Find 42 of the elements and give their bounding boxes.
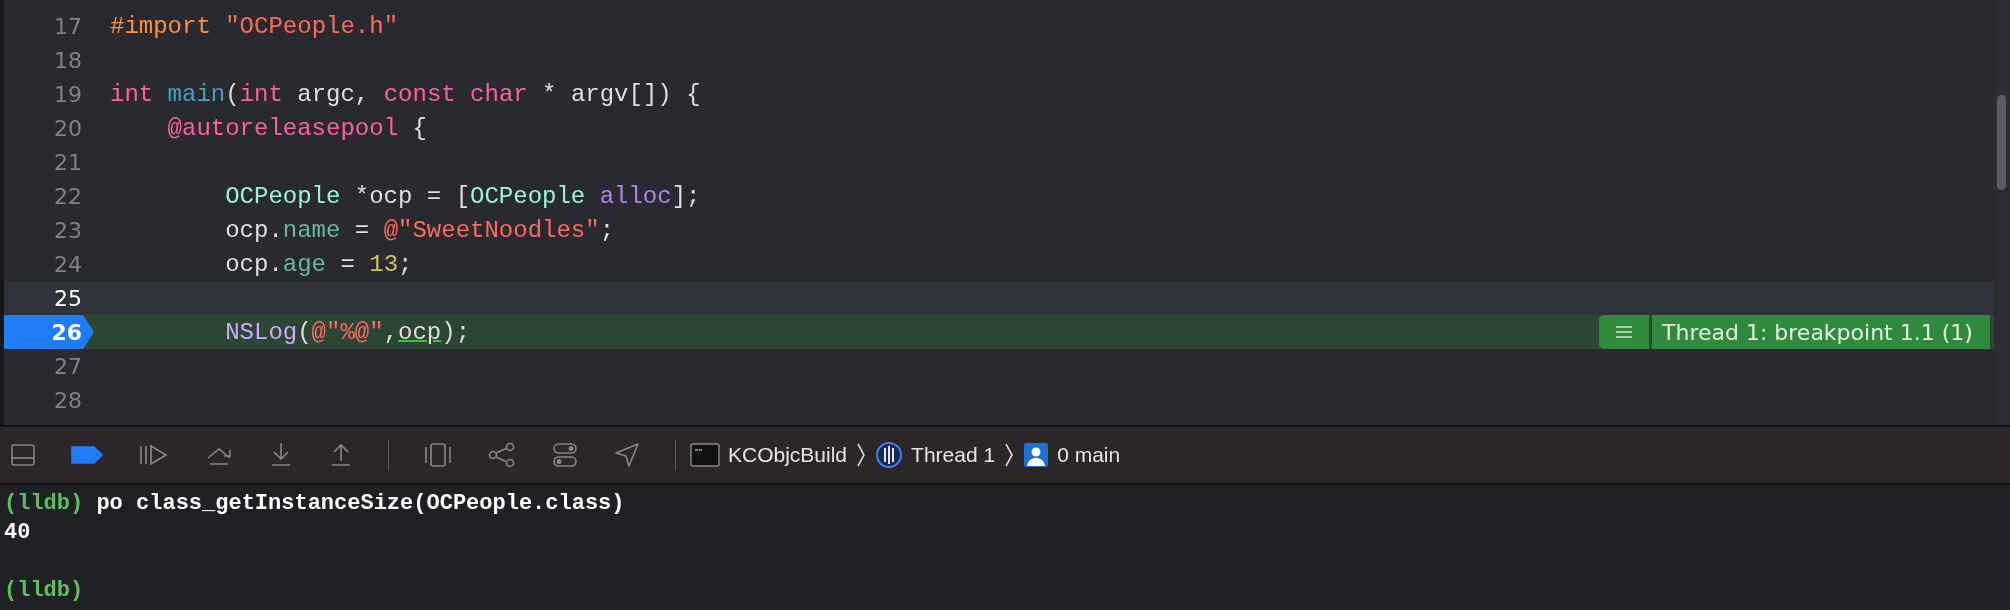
continue-icon[interactable]	[138, 442, 170, 468]
panel-icon[interactable]	[10, 442, 36, 468]
breakpoint-marker[interactable]: 26	[4, 315, 94, 349]
breadcrumb-item[interactable]: 0 main	[1023, 442, 1121, 468]
chevron-icon	[1003, 441, 1016, 469]
chevron-icon	[855, 441, 868, 469]
line-number: 24	[54, 251, 83, 277]
view-hierarchy-icon[interactable]	[423, 441, 453, 469]
toggle-icon[interactable]	[551, 441, 579, 469]
console-prompt: (lldb)	[4, 491, 84, 516]
console-prompt: (lldb)	[4, 578, 84, 603]
code-text: int main(int argc, const char * argv[]) {	[110, 80, 701, 108]
breakpoint-annotation: Thread 1: breakpoint 1.1 (1)	[1652, 315, 1990, 349]
line-number: 27	[54, 353, 83, 379]
code-text: ocp.name = @"SweetNoodles";	[225, 216, 615, 244]
line-number: 23	[54, 217, 83, 243]
code-text: OCPeople *ocp = [OCPeople alloc];	[225, 182, 701, 210]
memory-graph-icon[interactable]	[487, 441, 517, 469]
console-output: 40	[4, 520, 31, 545]
breadcrumb-item[interactable]: Thread 1	[875, 441, 996, 469]
line-number: 21	[54, 149, 83, 175]
menu-button[interactable]	[1599, 315, 1649, 349]
console-command: po class_getInstanceSize(OCPeople.class)	[96, 491, 625, 516]
person-icon	[1023, 442, 1050, 468]
line-number: 18	[54, 47, 83, 73]
breadcrumb-item[interactable]: KCObjcBuild	[690, 442, 848, 468]
code-text: ocp.age = 13;	[225, 250, 413, 278]
code-text: @autoreleasepool {	[167, 114, 427, 142]
line-number: 22	[54, 183, 83, 209]
line-number: 19	[54, 81, 83, 107]
location-icon[interactable]	[613, 441, 641, 469]
scrollbar-thumb[interactable]	[1997, 95, 2006, 190]
line-number: 28	[54, 387, 83, 413]
line-number: 17	[54, 13, 83, 39]
code-text: #import "OCPeople.h"	[110, 12, 399, 40]
breakpoint-icon[interactable]	[70, 444, 104, 466]
line-number: 25	[54, 285, 83, 311]
terminal-icon	[690, 442, 720, 468]
menu-icon	[1615, 325, 1633, 339]
code-text: NSLog(@"%@",ocp);	[225, 318, 471, 346]
thread-icon	[875, 441, 904, 469]
line-number: 20	[54, 115, 83, 141]
